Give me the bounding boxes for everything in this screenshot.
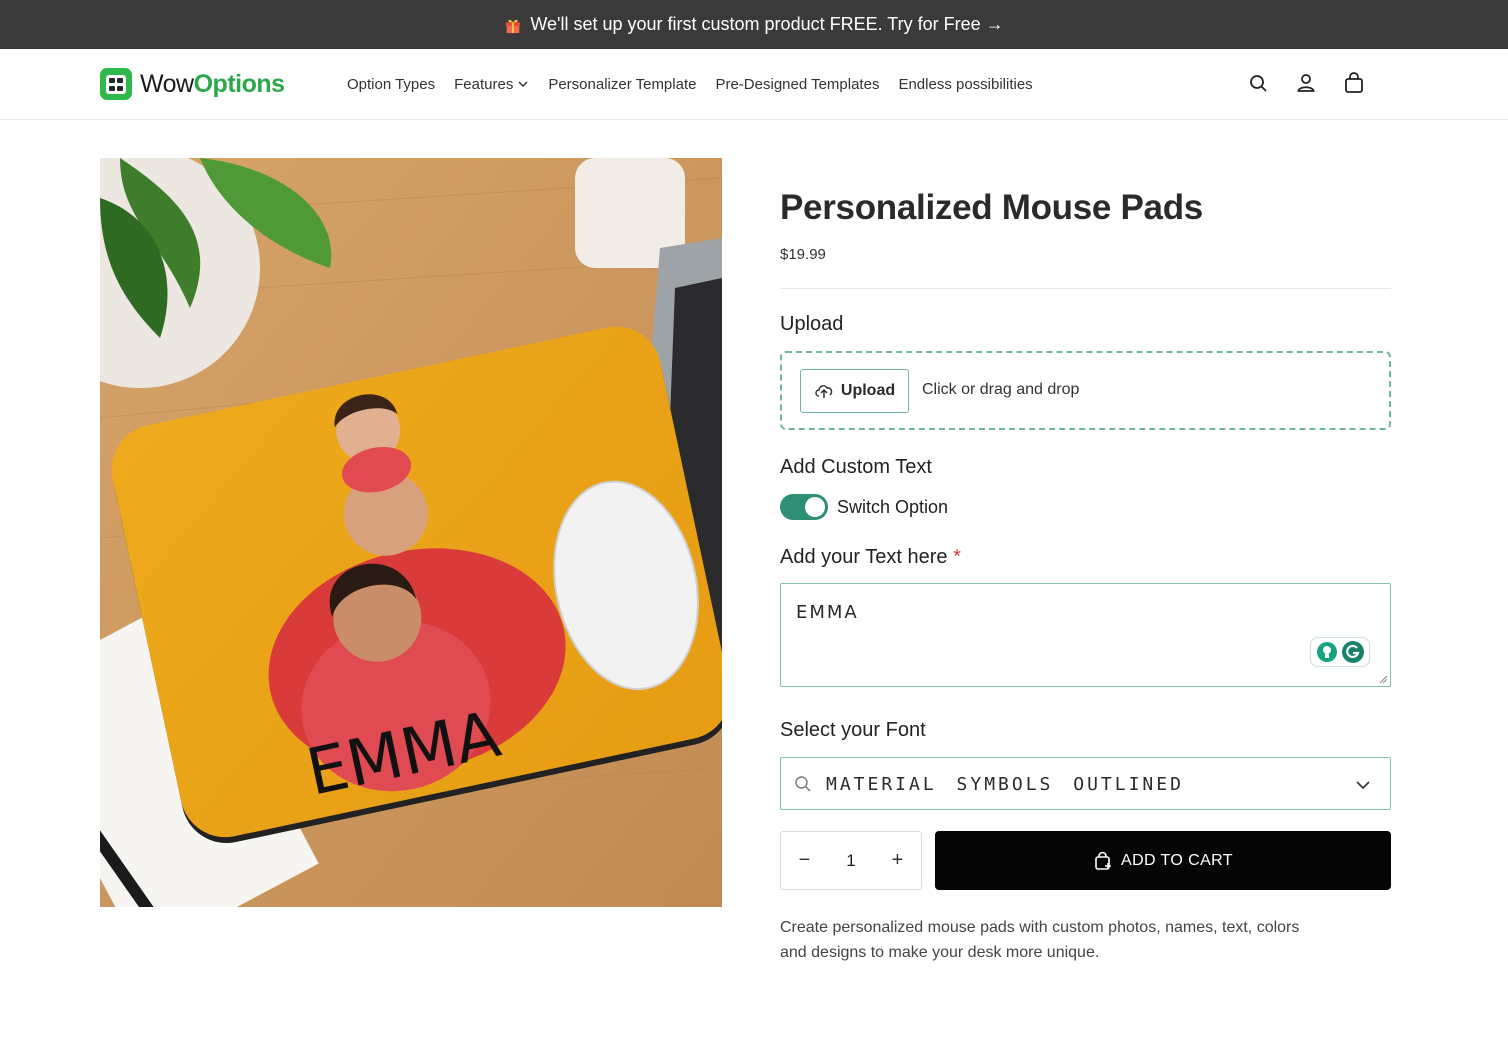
- nav-item-personalizer-template[interactable]: Personalizer Template: [548, 76, 696, 93]
- chevron-down-icon: [1356, 781, 1370, 790]
- quantity-stepper: − 1 +: [780, 831, 922, 890]
- brand-logo[interactable]: WowOptions: [100, 68, 285, 100]
- chevron-down-icon: [518, 81, 528, 88]
- product-title: Personalized Mouse Pads: [780, 188, 1203, 227]
- main-nav: Option Types Features Personalizer Templ…: [347, 49, 1033, 119]
- custom-text-toggle[interactable]: [780, 494, 828, 520]
- resize-handle-icon[interactable]: [1379, 675, 1388, 684]
- font-select[interactable]: MATERIAL SYMBOLS OUTLINED: [780, 757, 1391, 810]
- nav-item-endless-possibilities[interactable]: Endless possibilities: [898, 76, 1032, 93]
- site-header: WowOptions Option Types Features Persona…: [0, 49, 1508, 120]
- cart-add-icon: [1095, 851, 1111, 870]
- announcement-text[interactable]: We'll set up your first custom product F…: [530, 14, 1003, 35]
- font-select-label: Select your Font: [780, 719, 926, 741]
- account-icon[interactable]: [1294, 71, 1318, 95]
- product-description: Create personalized mouse pads with cust…: [780, 919, 1300, 961]
- nav-item-option-types[interactable]: Option Types: [347, 76, 435, 93]
- brand-name: WowOptions: [140, 69, 285, 98]
- search-icon: [795, 776, 811, 792]
- grammarly-icon: [1341, 641, 1364, 663]
- upload-dropzone[interactable]: Upload Click or drag and drop: [780, 351, 1391, 430]
- header-icons: [1246, 71, 1366, 95]
- nav-item-features[interactable]: Features: [454, 76, 529, 93]
- product-image[interactable]: EMMA: [100, 158, 722, 907]
- switch-option-label: Switch Option: [837, 496, 949, 517]
- gift-icon: [506, 19, 521, 33]
- lightbulb-icon: [1316, 642, 1337, 662]
- nav-item-pre-designed-templates[interactable]: Pre-Designed Templates: [715, 76, 879, 93]
- quantity-value[interactable]: 1: [828, 851, 874, 871]
- switch-option-row: Switch Option: [780, 494, 948, 520]
- grammarly-widget[interactable]: [1310, 637, 1370, 667]
- upload-button[interactable]: Upload: [800, 369, 909, 413]
- custom-text-value[interactable]: EMMA: [796, 602, 859, 623]
- logo-mark-icon: [100, 68, 132, 100]
- product-price: $19.99: [780, 246, 826, 263]
- upload-label: Upload: [780, 313, 844, 335]
- search-icon[interactable]: [1246, 71, 1270, 95]
- cloud-upload-icon: [815, 385, 833, 398]
- custom-text-label: Add Custom Text: [780, 456, 932, 478]
- required-mark: *: [953, 546, 961, 568]
- upload-hint: Click or drag and drop: [922, 381, 1080, 398]
- font-select-value: MATERIAL SYMBOLS OUTLINED: [826, 774, 1184, 795]
- increase-quantity-button[interactable]: +: [874, 832, 921, 889]
- divider: [780, 288, 1391, 289]
- custom-text-input[interactable]: EMMA: [780, 583, 1391, 687]
- add-to-cart-button[interactable]: ADD TO CART: [935, 831, 1391, 890]
- product-photo-illustration: EMMA: [100, 158, 722, 907]
- announcement-bar[interactable]: We'll set up your first custom product F…: [0, 0, 1508, 49]
- decrease-quantity-button[interactable]: −: [781, 832, 828, 889]
- text-input-label: Add your Text here *: [780, 546, 961, 568]
- cart-icon[interactable]: [1342, 71, 1366, 95]
